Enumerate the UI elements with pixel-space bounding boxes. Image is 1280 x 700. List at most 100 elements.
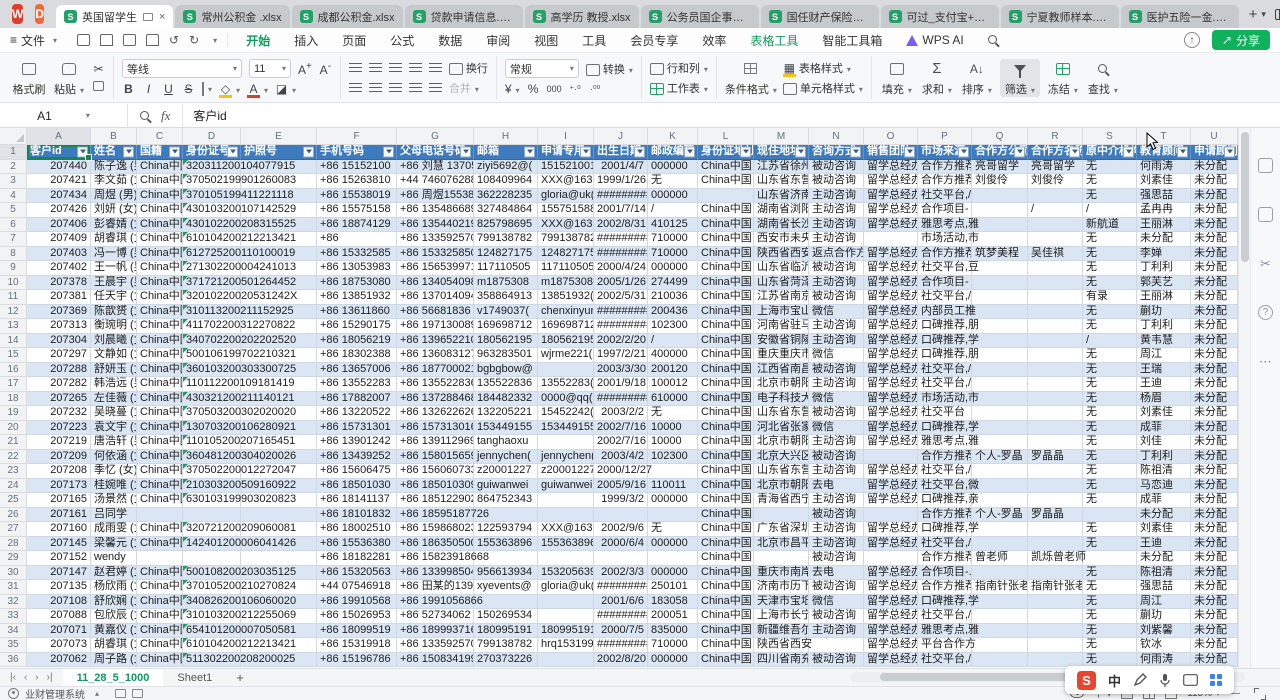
cell-D11[interactable]: 32010220020531242X bbox=[183, 290, 241, 305]
cell-H22[interactable]: jennychen( bbox=[474, 450, 538, 465]
cell-S29[interactable] bbox=[1083, 551, 1137, 566]
cell-F32[interactable]: +86 19910568 bbox=[317, 595, 397, 610]
cell-K14[interactable]: / bbox=[648, 334, 698, 349]
cell-C27[interactable]: China中国 bbox=[137, 522, 183, 537]
cell-Q23[interactable] bbox=[972, 464, 1028, 479]
row-number[interactable]: 32 bbox=[0, 595, 27, 610]
cell-B1[interactable]: 姓名 bbox=[91, 145, 137, 160]
cell-U10[interactable]: 未分配 bbox=[1191, 276, 1238, 291]
cell-D36[interactable]: 511302200208200025 bbox=[183, 653, 241, 668]
menu-item-插入[interactable]: 插入 bbox=[282, 29, 330, 52]
cell-D6[interactable]: 430102200208315525 bbox=[183, 218, 241, 233]
cell-Q30[interactable] bbox=[972, 566, 1028, 581]
cell-K29[interactable] bbox=[648, 551, 698, 566]
row-number[interactable]: 33 bbox=[0, 609, 27, 624]
cell-K2[interactable]: 000000 bbox=[648, 160, 698, 175]
cell-D24[interactable]: 210303200509160922 bbox=[183, 479, 241, 494]
cell-C3[interactable]: China中国 bbox=[137, 174, 183, 189]
cell-P36[interactable]: 社交平台,/ bbox=[918, 653, 972, 668]
cell-R24[interactable] bbox=[1028, 479, 1083, 494]
cell-U27[interactable]: 未分配 bbox=[1191, 522, 1238, 537]
cell-D9[interactable]: 271302200004241013 bbox=[183, 261, 241, 276]
row-number[interactable]: 2 bbox=[0, 160, 27, 175]
cell-B14[interactable]: 刘晨曦 (女 bbox=[91, 334, 137, 349]
cell-O29[interactable] bbox=[864, 551, 918, 566]
wrap-text-button[interactable]: 换行 bbox=[449, 60, 488, 76]
cell-Q17[interactable] bbox=[972, 377, 1028, 392]
row-number[interactable]: 14 bbox=[0, 334, 27, 349]
cell-B15[interactable]: 文静如 (女 bbox=[91, 348, 137, 363]
cell-L30[interactable]: China中国 bbox=[698, 566, 754, 581]
cell-G19[interactable]: +86 1326226260 bbox=[397, 406, 474, 421]
filter-dropdown-icon[interactable] bbox=[227, 146, 238, 157]
cell-O4[interactable]: 留学总经办 bbox=[864, 189, 918, 204]
cell-D30[interactable]: 500108200203035125 bbox=[183, 566, 241, 581]
cell-Q33[interactable] bbox=[972, 609, 1028, 624]
cell-O24[interactable]: 留学总经办 bbox=[864, 479, 918, 494]
cell-K32[interactable]: 183058 bbox=[648, 595, 698, 610]
cell-U24[interactable]: 未分配 bbox=[1191, 479, 1238, 494]
cell-S30[interactable]: 无 bbox=[1083, 566, 1137, 581]
cell-U22[interactable]: 未分配 bbox=[1191, 450, 1238, 465]
cell-M12[interactable]: 上海市宝山 bbox=[754, 305, 809, 320]
cell-R28[interactable] bbox=[1028, 537, 1083, 552]
filter-dropdown-icon[interactable] bbox=[460, 146, 471, 157]
cell-M36[interactable]: 四川省南充 bbox=[754, 653, 809, 668]
cell-I8[interactable]: 124827175 bbox=[538, 247, 594, 262]
cell-F26[interactable]: +86 18101832 bbox=[317, 508, 397, 523]
filter-dropdown-icon[interactable] bbox=[123, 146, 134, 157]
cell-Q28[interactable] bbox=[972, 537, 1028, 552]
cell-N24[interactable]: 去电 bbox=[809, 479, 864, 494]
cell-D19[interactable]: 370503200302020020 bbox=[183, 406, 241, 421]
cell-S28[interactable]: 无 bbox=[1083, 537, 1137, 552]
cell-M25[interactable]: 青海省西宁 bbox=[754, 493, 809, 508]
cell-I10[interactable]: m1875308 bbox=[538, 276, 594, 291]
vertical-scrollbar[interactable] bbox=[1238, 128, 1250, 668]
cell-O9[interactable]: 留学总经办 bbox=[864, 261, 918, 276]
print-preview-icon[interactable] bbox=[146, 34, 159, 46]
cell-I12[interactable]: chenxinyur bbox=[538, 305, 594, 320]
cell-I35[interactable]: hrq153199 bbox=[538, 638, 594, 653]
cell-M28[interactable]: 北京市昌平 bbox=[754, 537, 809, 552]
cell-I18[interactable]: 0000@qq( bbox=[538, 392, 594, 407]
orientation-icon[interactable] bbox=[429, 83, 442, 92]
cell-G22[interactable]: +86 1580156591 bbox=[397, 450, 474, 465]
filter-dropdown-icon[interactable] bbox=[1123, 146, 1134, 157]
cell-O5[interactable]: 留学总经办 bbox=[864, 203, 918, 218]
cell-T5[interactable]: 孟冉冉 bbox=[1137, 203, 1191, 218]
cell-A30[interactable]: 207147 bbox=[27, 566, 91, 581]
column-header-H[interactable]: H bbox=[474, 128, 538, 145]
cell-L20[interactable]: China中国 bbox=[698, 421, 754, 436]
cell-J8[interactable]: ######### bbox=[594, 247, 648, 262]
cell-Q15[interactable] bbox=[972, 348, 1028, 363]
cell-K20[interactable]: 10000 bbox=[648, 421, 698, 436]
column-header-O[interactable]: O bbox=[864, 128, 918, 145]
cell-A17[interactable]: 207282 bbox=[27, 377, 91, 392]
cell-Q6[interactable] bbox=[972, 218, 1028, 233]
conditional-format-button[interactable]: 条件格式▾ bbox=[725, 59, 777, 97]
row-number[interactable]: 29 bbox=[0, 551, 27, 566]
cell-O1[interactable]: 销售团队 bbox=[864, 145, 918, 160]
column-header-L[interactable]: L bbox=[698, 128, 754, 145]
cell-Q31[interactable]: 指南针张老 bbox=[972, 580, 1028, 595]
row-number[interactable]: 24 bbox=[0, 479, 27, 494]
cell-L7[interactable]: China中国 bbox=[698, 232, 754, 247]
cell-P23[interactable]: 社交平台,/ bbox=[918, 464, 972, 479]
cell-S35[interactable]: 无 bbox=[1083, 638, 1137, 653]
cell-G4[interactable]: +86 周煜155380 bbox=[397, 189, 474, 204]
cell-S20[interactable]: 无 bbox=[1083, 421, 1137, 436]
document-tab[interactable]: S常州公积金 .xlsx bbox=[175, 5, 289, 28]
docer-icon[interactable]: D bbox=[35, 4, 44, 24]
cell-Q10[interactable] bbox=[972, 276, 1028, 291]
cell-G24[interactable]: +86 1850103098 bbox=[397, 479, 474, 494]
cell-L35[interactable]: China中国 bbox=[698, 638, 754, 653]
cell-U21[interactable]: 未分配 bbox=[1191, 435, 1238, 450]
redo-icon[interactable]: ↻ bbox=[189, 33, 199, 47]
cell-H8[interactable]: 124827175 bbox=[474, 247, 538, 262]
cell-P28[interactable]: 社交平台,/ bbox=[918, 537, 972, 552]
cell-N8[interactable]: 返点合作方 bbox=[809, 247, 864, 262]
row-number[interactable]: 27 bbox=[0, 522, 27, 537]
cell-J26[interactable] bbox=[594, 508, 648, 523]
column-header-N[interactable]: N bbox=[809, 128, 864, 145]
cell-H17[interactable]: 135522836 bbox=[474, 377, 538, 392]
